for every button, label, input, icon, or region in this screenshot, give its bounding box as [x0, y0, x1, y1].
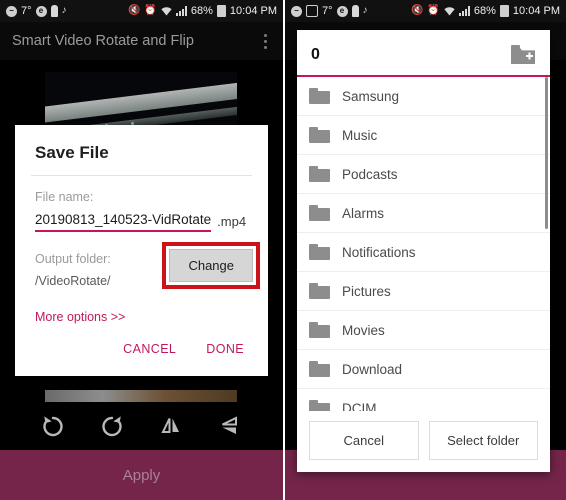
- video-thumbnail-bottom: [45, 390, 237, 402]
- apply-label: Apply: [122, 466, 161, 484]
- dialog-title: Save File: [35, 143, 109, 162]
- battery-percent: 68%: [473, 5, 496, 17]
- battery-icon: [499, 5, 509, 17]
- alarm-icon: ⏰: [144, 5, 157, 16]
- dialog-actions: CANCEL DONE: [15, 324, 268, 376]
- list-item[interactable]: Movies: [297, 311, 550, 350]
- status-bar-left: − 7° e ♪: [6, 5, 128, 17]
- folder-icon: [309, 88, 330, 104]
- folder-icon: [309, 322, 330, 338]
- list-item[interactable]: Pictures: [297, 272, 550, 311]
- wifi-icon: [444, 6, 455, 16]
- cancel-button[interactable]: Cancel: [309, 421, 419, 460]
- rotate-flip-toolbar: [0, 402, 283, 450]
- change-button[interactable]: Change: [169, 249, 253, 282]
- clock: 10:04 PM: [512, 5, 560, 17]
- battery-percent: 68%: [190, 5, 213, 17]
- folder-icon: [309, 400, 330, 411]
- list-item[interactable]: Music: [297, 116, 550, 155]
- signal-icon: [175, 6, 187, 16]
- folder-picker-dialog: 0 Samsung Music Podcasts Alarms Notification…: [297, 30, 550, 472]
- right-phone-panel: − 7° e ♪ 🔇 ⏰ 68% 10:04 PM 0 Samsung Musi…: [283, 0, 566, 500]
- left-phone-panel: − 7° e ♪ 🔇 ⏰ 68% 10:04 PM Smart Video Ro…: [0, 0, 283, 500]
- folder-icon: [309, 244, 330, 260]
- mute-icon: 🔇: [127, 5, 141, 16]
- change-button-highlight: Change: [162, 242, 260, 289]
- dnd-icon: −: [291, 5, 302, 17]
- e-network-icon: e: [35, 5, 47, 17]
- folder-name: DCIM: [342, 400, 377, 412]
- folder-name: Alarms: [342, 205, 385, 221]
- list-item[interactable]: Notifications: [297, 233, 550, 272]
- output-folder-section: Output folder: /VideoRotate/ Change: [15, 238, 268, 289]
- status-bar-right: 🔇 ⏰ 68% 10:04 PM: [128, 5, 277, 17]
- folder-picker-title: 0: [311, 45, 320, 63]
- flip-horizontal-icon[interactable]: [156, 411, 186, 441]
- list-item[interactable]: DCIM: [297, 389, 550, 411]
- mute-icon: 🔇: [410, 5, 424, 16]
- folder-icon: [309, 205, 330, 221]
- new-folder-icon[interactable]: [510, 44, 536, 65]
- battery-saver-icon: [351, 5, 359, 17]
- file-name-section: File name: 20190813_140523-VidRotate .mp…: [15, 176, 268, 238]
- wifi-icon: [161, 6, 172, 16]
- cancel-button[interactable]: CANCEL: [121, 340, 178, 358]
- flip-vertical-icon[interactable]: [215, 411, 245, 441]
- app-bar: Smart Video Rotate and Flip: [0, 22, 283, 60]
- folder-icon: [309, 361, 330, 377]
- folder-name: Movies: [342, 322, 385, 338]
- folder-icon: [309, 166, 330, 182]
- file-name-label: File name:: [35, 190, 94, 204]
- folder-list-inner: Samsung Music Podcasts Alarms Notifications P…: [297, 77, 550, 411]
- app-title: Smart Video Rotate and Flip: [12, 33, 194, 49]
- folder-name: Music: [342, 127, 378, 143]
- scrollbar[interactable]: [545, 77, 548, 229]
- status-bar-right: 🔇 ⏰ 68% 10:04 PM: [411, 5, 560, 17]
- sim-icon: [306, 5, 318, 17]
- list-item[interactable]: Samsung: [297, 77, 550, 116]
- battery-icon: [216, 5, 226, 17]
- music-note-icon: ♪: [61, 5, 67, 16]
- status-bar: − 7° e ♪ 🔇 ⏰ 68% 10:04 PM: [0, 0, 283, 22]
- rotate-left-icon[interactable]: [38, 411, 68, 441]
- dnd-icon: −: [6, 5, 17, 17]
- folder-icon: [309, 127, 330, 143]
- overflow-menu-icon[interactable]: [263, 33, 271, 49]
- save-file-dialog: Save File File name: 20190813_140523-Vid…: [15, 125, 268, 376]
- battery-saver-icon: [50, 5, 58, 17]
- status-bar-left: − 7° e ♪: [291, 5, 411, 17]
- status-bar-right-panel: − 7° e ♪ 🔇 ⏰ 68% 10:04 PM: [285, 0, 566, 22]
- more-options-link[interactable]: More options >>: [15, 288, 268, 324]
- file-extension-label: .mp4: [217, 214, 247, 229]
- done-button[interactable]: DONE: [204, 340, 246, 358]
- folder-icon: [309, 283, 330, 299]
- file-name-input[interactable]: 20190813_140523-VidRotate: [35, 212, 212, 232]
- e-network-icon: e: [336, 5, 348, 17]
- apply-button[interactable]: Apply: [0, 450, 283, 500]
- music-note-icon: ♪: [362, 5, 368, 16]
- temperature-indicator: 7°: [322, 4, 333, 17]
- rotate-right-icon[interactable]: [97, 411, 127, 441]
- temperature-indicator: 7°: [21, 4, 32, 17]
- list-item[interactable]: Alarms: [297, 194, 550, 233]
- list-item[interactable]: Download: [297, 350, 550, 389]
- clock: 10:04 PM: [229, 5, 277, 17]
- folder-list[interactable]: Samsung Music Podcasts Alarms Notifications P…: [297, 75, 550, 411]
- screenshot-root: − 7° e ♪ 🔇 ⏰ 68% 10:04 PM Smart Video Ro…: [0, 0, 566, 500]
- folder-name: Samsung: [342, 88, 400, 104]
- select-folder-button[interactable]: Select folder: [428, 421, 538, 460]
- signal-icon: [458, 6, 470, 16]
- list-item[interactable]: Podcasts: [297, 155, 550, 194]
- folder-name: Podcasts: [342, 166, 398, 182]
- folder-name: Download: [342, 361, 403, 377]
- folder-picker-header: 0: [297, 30, 550, 75]
- folder-picker-actions: Cancel Select folder: [297, 411, 550, 472]
- alarm-icon: ⏰: [427, 5, 440, 16]
- folder-name: Notifications: [342, 244, 416, 260]
- folder-name: Pictures: [342, 283, 391, 299]
